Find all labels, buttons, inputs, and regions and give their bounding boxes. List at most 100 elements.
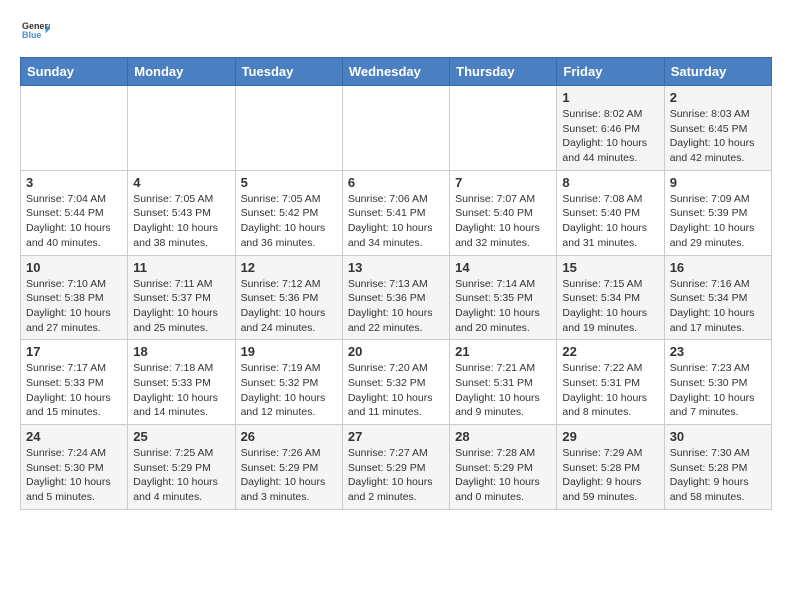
calendar-cell	[128, 86, 235, 171]
calendar-cell: 24 Sunrise: 7:24 AMSunset: 5:30 PMDayligh…	[21, 425, 128, 510]
weekday-header-friday: Friday	[557, 58, 664, 86]
calendar-cell: 28 Sunrise: 7:28 AMSunset: 5:29 PMDayligh…	[450, 425, 557, 510]
calendar-cell: 9 Sunrise: 7:09 AMSunset: 5:39 PMDaylight…	[664, 170, 771, 255]
calendar-cell: 18 Sunrise: 7:18 AMSunset: 5:33 PMDayligh…	[128, 340, 235, 425]
day-info: Sunrise: 7:19 AMSunset: 5:32 PMDaylight:…	[241, 361, 337, 420]
calendar-cell: 20 Sunrise: 7:20 AMSunset: 5:32 PMDayligh…	[342, 340, 449, 425]
calendar-cell: 5 Sunrise: 7:05 AMSunset: 5:42 PMDaylight…	[235, 170, 342, 255]
day-info: Sunrise: 7:21 AMSunset: 5:31 PMDaylight:…	[455, 361, 551, 420]
page: General Blue SundayMondayTuesdayWednesda…	[0, 0, 792, 526]
day-info: Sunrise: 7:29 AMSunset: 5:28 PMDaylight:…	[562, 446, 658, 505]
day-info: Sunrise: 7:11 AMSunset: 5:37 PMDaylight:…	[133, 277, 229, 336]
day-number: 11	[133, 260, 229, 275]
day-info: Sunrise: 7:24 AMSunset: 5:30 PMDaylight:…	[26, 446, 122, 505]
day-number: 20	[348, 344, 444, 359]
calendar-cell: 7 Sunrise: 7:07 AMSunset: 5:40 PMDaylight…	[450, 170, 557, 255]
day-number: 24	[26, 429, 122, 444]
weekday-header-sunday: Sunday	[21, 58, 128, 86]
day-number: 8	[562, 175, 658, 190]
day-number: 25	[133, 429, 229, 444]
calendar-cell: 1 Sunrise: 8:02 AMSunset: 6:46 PMDaylight…	[557, 86, 664, 171]
day-info: Sunrise: 7:13 AMSunset: 5:36 PMDaylight:…	[348, 277, 444, 336]
day-number: 17	[26, 344, 122, 359]
calendar-cell: 25 Sunrise: 7:25 AMSunset: 5:29 PMDayligh…	[128, 425, 235, 510]
day-number: 9	[670, 175, 766, 190]
day-info: Sunrise: 7:18 AMSunset: 5:33 PMDaylight:…	[133, 361, 229, 420]
day-info: Sunrise: 7:05 AMSunset: 5:42 PMDaylight:…	[241, 192, 337, 251]
header: General Blue	[20, 16, 772, 49]
week-row-2: 10 Sunrise: 7:10 AMSunset: 5:38 PMDayligh…	[21, 255, 772, 340]
day-info: Sunrise: 7:23 AMSunset: 5:30 PMDaylight:…	[670, 361, 766, 420]
calendar-cell: 12 Sunrise: 7:12 AMSunset: 5:36 PMDayligh…	[235, 255, 342, 340]
calendar-cell: 16Sunrise: 7:16 AMSunset: 5:34 PMDayligh…	[664, 255, 771, 340]
day-info: Sunrise: 7:12 AMSunset: 5:36 PMDaylight:…	[241, 277, 337, 336]
day-number: 23	[670, 344, 766, 359]
day-number: 10	[26, 260, 122, 275]
day-info: Sunrise: 7:07 AMSunset: 5:40 PMDaylight:…	[455, 192, 551, 251]
day-info: Sunrise: 7:04 AMSunset: 5:44 PMDaylight:…	[26, 192, 122, 251]
day-info: Sunrise: 7:14 AMSunset: 5:35 PMDaylight:…	[455, 277, 551, 336]
day-number: 29	[562, 429, 658, 444]
day-info: Sunrise: 7:10 AMSunset: 5:38 PMDaylight:…	[26, 277, 122, 336]
day-info: Sunrise: 7:25 AMSunset: 5:29 PMDaylight:…	[133, 446, 229, 505]
day-info: Sunrise: 7:09 AMSunset: 5:39 PMDaylight:…	[670, 192, 766, 251]
calendar-cell: 4 Sunrise: 7:05 AMSunset: 5:43 PMDaylight…	[128, 170, 235, 255]
calendar-cell	[450, 86, 557, 171]
day-number: 13	[348, 260, 444, 275]
day-info: Sunrise: 7:20 AMSunset: 5:32 PMDaylight:…	[348, 361, 444, 420]
day-number: 16	[670, 260, 766, 275]
day-number: 2	[670, 90, 766, 105]
day-number: 21	[455, 344, 551, 359]
calendar-cell: 3 Sunrise: 7:04 AMSunset: 5:44 PMDaylight…	[21, 170, 128, 255]
weekday-header-saturday: Saturday	[664, 58, 771, 86]
calendar-cell	[21, 86, 128, 171]
calendar-cell: 22Sunrise: 7:22 AMSunset: 5:31 PMDayligh…	[557, 340, 664, 425]
day-number: 19	[241, 344, 337, 359]
calendar-cell: 29 Sunrise: 7:29 AMSunset: 5:28 PMDayligh…	[557, 425, 664, 510]
day-number: 1	[562, 90, 658, 105]
day-number: 7	[455, 175, 551, 190]
calendar-cell: 8 Sunrise: 7:08 AMSunset: 5:40 PMDaylight…	[557, 170, 664, 255]
day-info: Sunrise: 7:27 AMSunset: 5:29 PMDaylight:…	[348, 446, 444, 505]
day-number: 26	[241, 429, 337, 444]
week-row-1: 3 Sunrise: 7:04 AMSunset: 5:44 PMDaylight…	[21, 170, 772, 255]
day-number: 6	[348, 175, 444, 190]
weekday-header-tuesday: Tuesday	[235, 58, 342, 86]
day-info: Sunrise: 7:22 AMSunset: 5:31 PMDaylight:…	[562, 361, 658, 420]
day-info: Sunrise: 7:05 AMSunset: 5:43 PMDaylight:…	[133, 192, 229, 251]
weekday-header-monday: Monday	[128, 58, 235, 86]
calendar-cell	[342, 86, 449, 171]
day-number: 4	[133, 175, 229, 190]
day-info: Sunrise: 7:30 AMSunset: 5:28 PMDaylight:…	[670, 446, 766, 505]
day-info: Sunrise: 8:02 AMSunset: 6:46 PMDaylight:…	[562, 107, 658, 166]
week-row-0: 1 Sunrise: 8:02 AMSunset: 6:46 PMDaylight…	[21, 86, 772, 171]
calendar-cell: 23 Sunrise: 7:23 AMSunset: 5:30 PMDayligh…	[664, 340, 771, 425]
day-number: 18	[133, 344, 229, 359]
day-number: 28	[455, 429, 551, 444]
day-number: 15	[562, 260, 658, 275]
svg-text:Blue: Blue	[22, 30, 41, 40]
day-info: Sunrise: 7:17 AMSunset: 5:33 PMDaylight:…	[26, 361, 122, 420]
day-info: Sunrise: 8:03 AMSunset: 6:45 PMDaylight:…	[670, 107, 766, 166]
day-number: 12	[241, 260, 337, 275]
weekday-header-wednesday: Wednesday	[342, 58, 449, 86]
calendar-cell: 21 Sunrise: 7:21 AMSunset: 5:31 PMDayligh…	[450, 340, 557, 425]
weekday-header-thursday: Thursday	[450, 58, 557, 86]
day-info: Sunrise: 7:08 AMSunset: 5:40 PMDaylight:…	[562, 192, 658, 251]
calendar-cell: 15 Sunrise: 7:15 AMSunset: 5:34 PMDayligh…	[557, 255, 664, 340]
week-row-3: 17 Sunrise: 7:17 AMSunset: 5:33 PMDayligh…	[21, 340, 772, 425]
logo: General Blue	[20, 16, 50, 49]
calendar-cell: 6Sunrise: 7:06 AMSunset: 5:41 PMDaylight…	[342, 170, 449, 255]
day-number: 5	[241, 175, 337, 190]
logo-icon: General Blue	[22, 16, 50, 44]
day-number: 30	[670, 429, 766, 444]
calendar-cell	[235, 86, 342, 171]
calendar-body: 1 Sunrise: 8:02 AMSunset: 6:46 PMDaylight…	[21, 86, 772, 510]
calendar-cell: 19 Sunrise: 7:19 AMSunset: 5:32 PMDayligh…	[235, 340, 342, 425]
day-info: Sunrise: 7:28 AMSunset: 5:29 PMDaylight:…	[455, 446, 551, 505]
calendar-cell: 26 Sunrise: 7:26 AMSunset: 5:29 PMDayligh…	[235, 425, 342, 510]
day-info: Sunrise: 7:26 AMSunset: 5:29 PMDaylight:…	[241, 446, 337, 505]
day-number: 3	[26, 175, 122, 190]
calendar-cell: 13 Sunrise: 7:13 AMSunset: 5:36 PMDayligh…	[342, 255, 449, 340]
day-info: Sunrise: 7:15 AMSunset: 5:34 PMDaylight:…	[562, 277, 658, 336]
